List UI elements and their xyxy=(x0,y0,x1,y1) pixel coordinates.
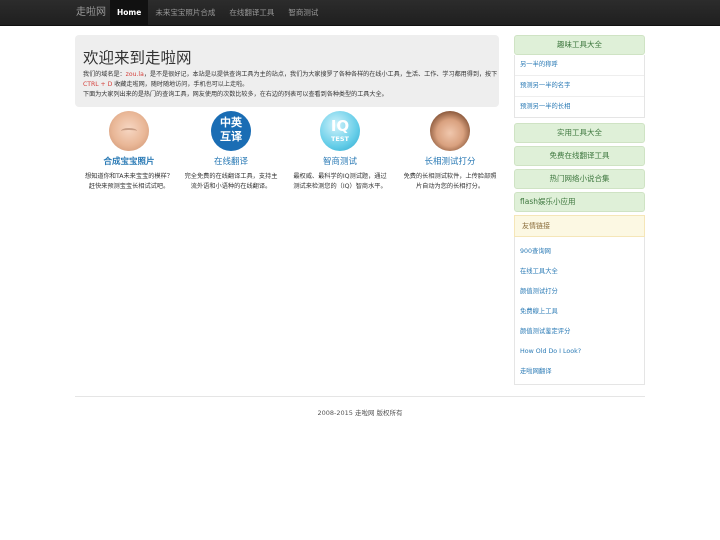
friend-link[interactable]: 走啦网翻译 xyxy=(515,362,644,382)
translate-icon-text-2: 互译 xyxy=(220,130,242,143)
footer-divider xyxy=(75,396,645,397)
feature-title[interactable]: 在线翻译 xyxy=(181,155,281,167)
sidebar-link[interactable]: 另一半的称呼 xyxy=(515,55,644,76)
friend-links-header: 友情链接 xyxy=(514,215,645,237)
popular-tools: 合成宝宝照片 想知道你和TA未来宝宝的模样？赶快来预测宝宝长相试试吧。 中英 互… xyxy=(75,110,499,205)
sidebar-header-flash-apps[interactable]: flash娱乐小应用 xyxy=(514,192,645,212)
friend-link[interactable]: 颜值测试鉴定评分 xyxy=(515,322,644,342)
baby-photo-icon[interactable] xyxy=(109,111,149,151)
sidebar-link[interactable]: 预测另一半的长相 xyxy=(515,97,644,117)
feature-iq-test[interactable]: IQ TEST 智商测试 最权威、最科学的IQ测试题，通过测试来检测您的（IQ）… xyxy=(290,110,390,191)
feature-title[interactable]: 长相测试打分 xyxy=(400,155,500,167)
friend-link[interactable]: 900查询网 xyxy=(515,242,644,262)
friend-link[interactable]: 在线工具大全 xyxy=(515,262,644,282)
nav-item-baby-photo[interactable]: 未来宝宝照片合成 xyxy=(148,0,222,25)
hero-title: 欢迎来到走啦网 xyxy=(83,49,192,67)
intro-line-2: 下面为大家列出来的是热门的查询工具，网友使用的次数比较多，在右边的列表可以查看到… xyxy=(83,91,388,98)
nav-item-iq-test[interactable]: 智商测试 xyxy=(281,0,325,25)
bookmark-shortcut: CTRL + D xyxy=(83,81,113,88)
footer-copyright: 2008-2015 走啦网 版权所有 xyxy=(317,409,403,417)
friend-link[interactable]: How Old Do I Look? xyxy=(515,342,644,362)
sidebar-header-practical-tools[interactable]: 实用工具大全 xyxy=(514,123,645,143)
domain-name: zou.la xyxy=(125,71,144,78)
friend-links-list: 900查询网 在线工具大全 颜值测试打分 免费線上工具 颜值测试鉴定评分 How… xyxy=(514,237,645,385)
sidebar-link[interactable]: 预测另一半的名字 xyxy=(515,76,644,97)
face-score-icon[interactable] xyxy=(430,111,470,151)
sidebar: 趣味工具大全 另一半的称呼 预测另一半的名字 预测另一半的长相 实用工具大全 免… xyxy=(514,35,645,212)
feature-desc: 最权威、最科学的IQ测试题，通过测试来检测您的（IQ）智商水平。 xyxy=(293,173,387,190)
nav-item-translate[interactable]: 在线翻译工具 xyxy=(222,0,281,25)
fun-tools-list: 另一半的称呼 预测另一半的名字 预测另一半的长相 xyxy=(514,55,645,118)
nav-menu: Home 未来宝宝照片合成 在线翻译工具 智商测试 xyxy=(110,0,325,25)
feature-face-score[interactable]: 长相测试打分 免费的长相测试软件，上传脸部照片自动为您的长相打分。 xyxy=(400,110,500,191)
friend-links-panel: 友情链接 900查询网 在线工具大全 颜值测试打分 免费線上工具 颜值测试鉴定评… xyxy=(514,215,645,385)
nav-item-home[interactable]: Home xyxy=(110,0,149,25)
feature-title[interactable]: 合成宝宝照片 xyxy=(79,155,179,167)
sidebar-header-translate-tools[interactable]: 免费在线翻译工具 xyxy=(514,146,645,166)
site-brand[interactable]: 走啦网 xyxy=(76,0,106,25)
hero-intro: 我们的域名是：zou.la，是不是很好记，本站是以提供查询工具为主的站点，我们为… xyxy=(83,70,499,100)
feature-desc: 免费的长相测试软件，上传脸部照片自动为您的长相打分。 xyxy=(403,173,497,190)
intro-prefix: 我们的域名是： xyxy=(83,71,126,78)
friend-link[interactable]: 颜值测试打分 xyxy=(515,282,644,302)
feature-desc: 完全免费的在线翻译工具，支持主流外语和小语种的在线翻译。 xyxy=(184,173,278,190)
feature-desc: 想知道你和TA未来宝宝的模样？赶快来预测宝宝长相试试吧。 xyxy=(85,173,173,190)
feature-title[interactable]: 智商测试 xyxy=(290,155,390,167)
feature-baby-photo[interactable]: 合成宝宝照片 想知道你和TA未来宝宝的模样？赶快来预测宝宝长相试试吧。 xyxy=(79,110,179,191)
iq-test-icon[interactable]: IQ TEST xyxy=(320,111,360,151)
intro-end: 收藏走啦网，随时随地访问，手机也可以上走啦。 xyxy=(114,81,249,88)
top-navbar: 走啦网 Home 未来宝宝照片合成 在线翻译工具 智商测试 xyxy=(0,0,720,26)
iq-icon-text-2: TEST xyxy=(331,135,349,143)
friend-link[interactable]: 免费線上工具 xyxy=(515,302,644,322)
translate-icon[interactable]: 中英 互译 xyxy=(211,111,251,151)
intro-text: ，是不是很好记，本站是以提供查询工具为主的站点，我们为大家搜罗了各种各样的在线小… xyxy=(143,71,498,78)
feature-translate[interactable]: 中英 互译 在线翻译 完全免费的在线翻译工具，支持主流外语和小语种的在线翻译。 xyxy=(181,110,281,191)
iq-icon-text-1: IQ xyxy=(330,117,350,135)
translate-icon-text-1: 中英 xyxy=(220,116,242,129)
sidebar-header-fun-tools[interactable]: 趣味工具大全 xyxy=(514,35,645,55)
welcome-hero: 欢迎来到走啦网 我们的域名是：zou.la，是不是很好记，本站是以提供查询工具为… xyxy=(75,35,499,107)
sidebar-header-novels[interactable]: 热门网络小说合集 xyxy=(514,169,645,189)
